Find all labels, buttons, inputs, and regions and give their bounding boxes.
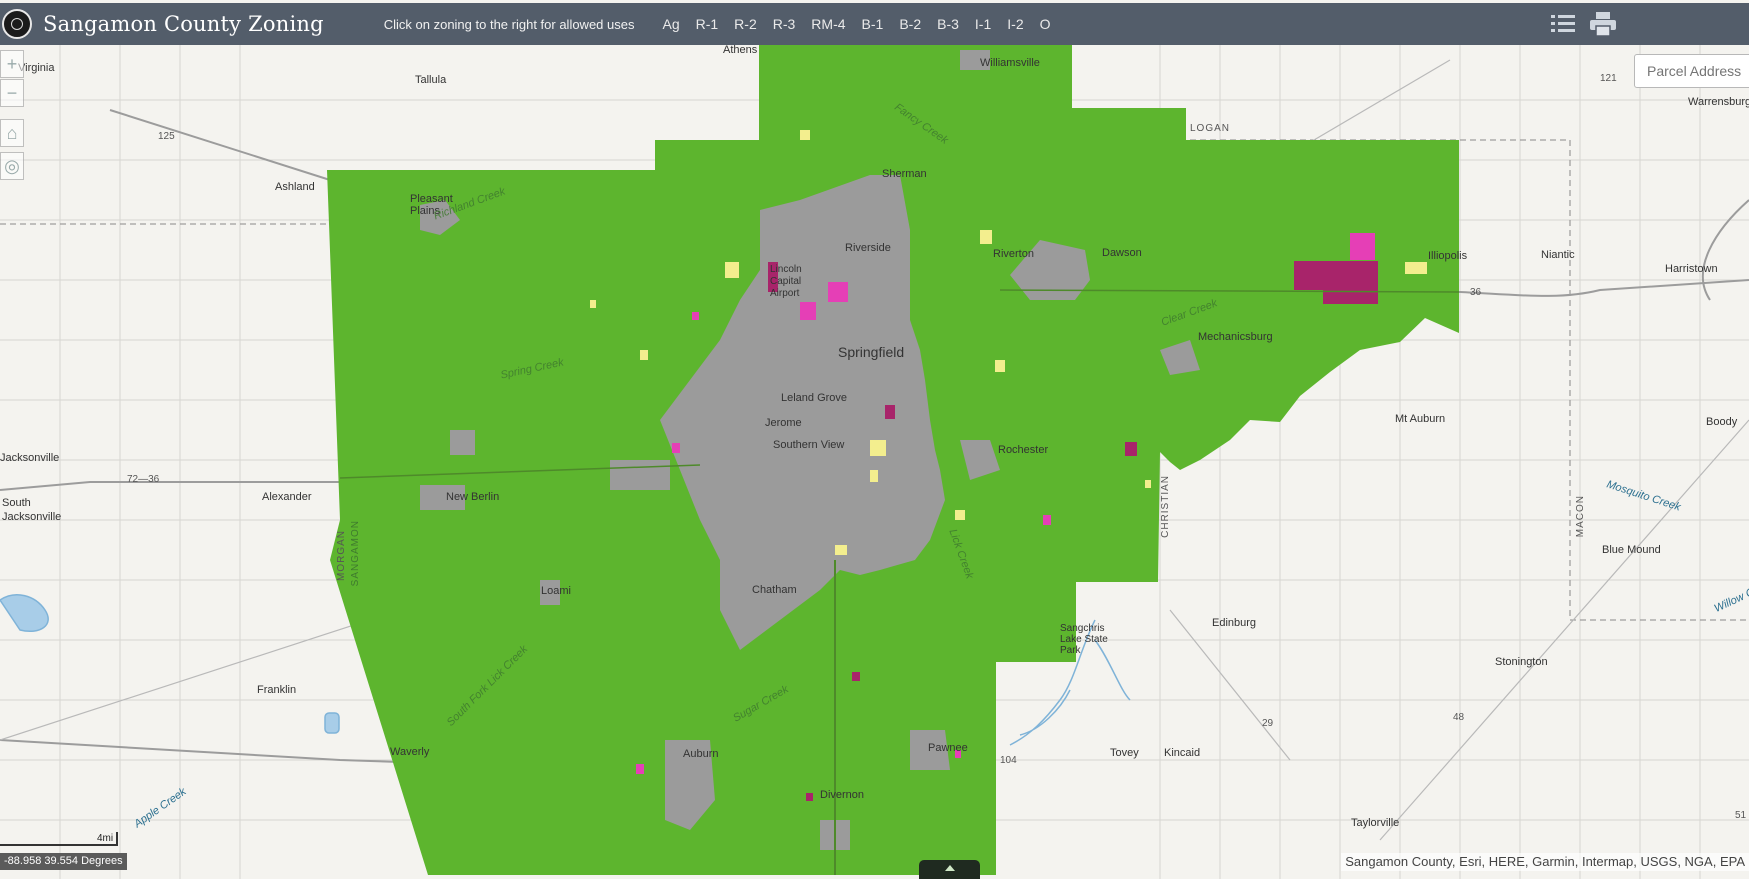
chevron-up-icon [944, 865, 955, 871]
zone-link-r3[interactable]: R-3 [773, 16, 796, 32]
label-edinburg: Edinburg [1212, 617, 1257, 629]
zone-link-b3[interactable]: B-3 [937, 16, 959, 32]
label-sangamon: SANGAMON [350, 520, 361, 587]
zoning-map[interactable]: Virginia Tallula Athens Williamsville LO… [0, 0, 1749, 879]
label-athens: Athens [723, 44, 758, 56]
label-leland-grove: Leland Grove [781, 392, 848, 404]
county-seal-icon [2, 9, 32, 39]
label-ashland: Ashland [275, 181, 315, 193]
list-icon[interactable] [1549, 10, 1577, 38]
label-tallula: Tallula [415, 74, 447, 86]
zone-link-ag[interactable]: Ag [662, 16, 679, 32]
label-divernon: Divernon [820, 789, 865, 801]
map-canvas[interactable] [0, 0, 1749, 879]
label-williamsville: Williamsville [980, 57, 1040, 69]
label-riverside: Riverside [845, 242, 891, 254]
zone-link-o[interactable]: O [1040, 16, 1051, 32]
label-morgan: MORGAN [336, 530, 347, 581]
zone-link-r2[interactable]: R-2 [734, 16, 757, 32]
label-airport: Lincoln Capital Airport [770, 264, 802, 299]
zone-link-b2[interactable]: B-2 [899, 16, 921, 32]
label-riverton: Riverton [993, 248, 1034, 260]
label-taylorville: Taylorville [1351, 817, 1400, 829]
zone-link-b1[interactable]: B-1 [862, 16, 884, 32]
zoom-in-button[interactable]: + [0, 50, 24, 78]
label-auburn: Auburn [683, 748, 719, 760]
app-header: Sangamon County Zoning Click on zoning t… [0, 3, 1749, 45]
label-springfield: Springfield [838, 344, 905, 360]
parcel-search-input[interactable] [1634, 54, 1749, 88]
label-route-121: 121 [1600, 73, 1617, 84]
label-sherman: Sherman [882, 168, 927, 180]
label-franklin: Franklin [257, 684, 297, 696]
label-niantic: Niantic [1541, 249, 1575, 261]
label-chatham: Chatham [752, 584, 797, 596]
header-tools [1549, 3, 1749, 45]
label-sangchris: Sangchris Lake State Park [1060, 623, 1108, 656]
label-southern-view: Southern View [773, 439, 845, 451]
label-stonington: Stonington [1495, 656, 1548, 668]
label-harristown: Harristown [1665, 263, 1718, 275]
label-pawnee: Pawnee [928, 742, 968, 754]
label-route-72-36: 72—36 [127, 474, 160, 485]
label-route-125: 125 [158, 131, 175, 142]
label-south-jacksonville: South Jacksonville [2, 497, 62, 523]
label-dawson: Dawson [1102, 247, 1142, 259]
label-boody: Boody [1706, 416, 1738, 428]
zone-link-i1[interactable]: I-1 [975, 16, 991, 32]
label-route-29: 29 [1262, 718, 1274, 729]
label-loami: Loami [541, 585, 571, 597]
zoom-out-button[interactable]: − [0, 79, 24, 107]
header-subtitle: Click on zoning to the right for allowed… [383, 16, 635, 32]
label-logan: LOGAN [1190, 123, 1231, 134]
zone-link-rm4[interactable]: RM-4 [811, 16, 845, 32]
label-kincaid: Kincaid [1164, 747, 1201, 759]
zone-links: Ag R-1 R-2 R-3 RM-4 B-1 B-2 B-3 I-1 I-2 … [654, 16, 1058, 32]
label-rochester: Rochester [998, 444, 1049, 456]
label-new-berlin: New Berlin [446, 491, 500, 503]
label-jerome: Jerome [765, 417, 802, 429]
label-route-36: 36 [1470, 287, 1482, 298]
label-macon: MACON [1575, 495, 1586, 538]
label-alexander: Alexander [262, 491, 312, 503]
map-attribution: Sangamon County, Esri, HERE, Garmin, Int… [1341, 853, 1749, 871]
expand-panel-button[interactable] [919, 860, 980, 879]
label-christian: CHRISTIAN [1160, 475, 1171, 538]
label-jacksonville: Jacksonville [0, 452, 60, 464]
label-waverly: Waverly [390, 746, 430, 758]
label-blue-mound: Blue Mound [1602, 544, 1661, 556]
scale-label: 4mi [97, 833, 114, 844]
print-icon[interactable] [1589, 10, 1617, 38]
label-illiopolis: Illiopolis [1428, 250, 1468, 262]
label-warrensburg: Warrensburg [1688, 96, 1749, 108]
label-route-48: 48 [1453, 712, 1465, 723]
locate-icon[interactable]: ◎ [0, 152, 24, 180]
label-route-104: 104 [1000, 755, 1017, 766]
coordinate-readout: -88.958 39.554 Degrees [0, 853, 127, 870]
home-icon[interactable]: ⌂ [0, 119, 24, 147]
label-mechanicsburg: Mechanicsburg [1198, 331, 1273, 343]
zone-link-r1[interactable]: R-1 [696, 16, 719, 32]
app-title: Sangamon County Zoning [43, 12, 324, 36]
label-mt-auburn: Mt Auburn [1395, 413, 1446, 425]
label-route-51: 51 [1735, 810, 1747, 821]
label-tovey: Tovey [1110, 747, 1139, 759]
zone-link-i2[interactable]: I-2 [1007, 16, 1023, 32]
app-root: Virginia Tallula Athens Williamsville LO… [0, 0, 1749, 879]
